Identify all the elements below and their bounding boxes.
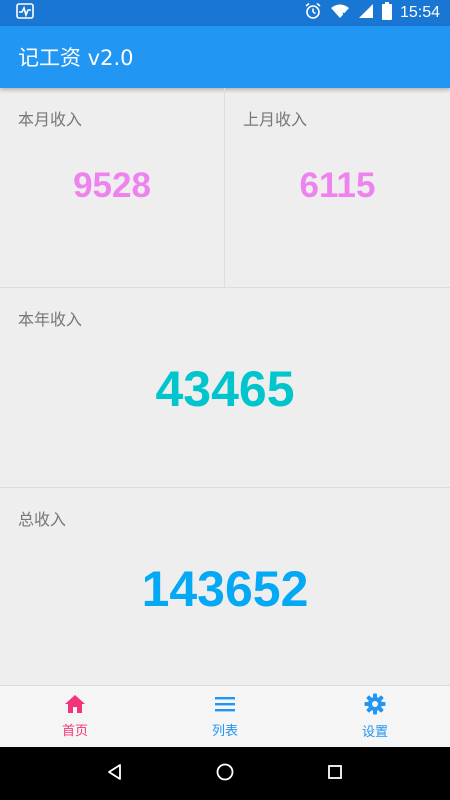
- app-bar: 记工资 v2.0: [0, 26, 450, 88]
- back-icon[interactable]: [106, 763, 124, 785]
- home-circle-icon[interactable]: [215, 762, 235, 786]
- this-year-income-label: 本年收入: [18, 310, 83, 329]
- signal-icon: [358, 3, 374, 24]
- alarm-icon: [304, 2, 322, 25]
- last-month-income-value: 6115: [299, 166, 376, 205]
- this-month-income-label: 本月收入: [18, 110, 83, 129]
- nav-list-label: 列表: [211, 724, 238, 739]
- total-income-card: 总收入 143652: [0, 488, 450, 685]
- nav-list[interactable]: 列表: [150, 686, 300, 747]
- last-month-income-label: 上月收入: [243, 110, 308, 129]
- battery-icon: [381, 1, 392, 25]
- nav-settings[interactable]: 设置: [300, 686, 450, 747]
- home-icon: [64, 694, 86, 718]
- nav-home[interactable]: 首页: [0, 686, 150, 747]
- nav-home-label: 首页: [61, 724, 88, 739]
- income-dashboard: 本月收入 9528 上月收入 6115 本年收入 43465 总收入 14365…: [0, 88, 450, 685]
- nav-settings-label: 设置: [361, 725, 388, 740]
- recents-icon[interactable]: [326, 763, 344, 785]
- app-title: 记工资 v2.0: [18, 46, 134, 70]
- gear-icon: [364, 693, 386, 719]
- list-icon: [214, 694, 236, 718]
- total-income-label: 总收入: [18, 510, 67, 529]
- total-income-value: 143652: [141, 561, 309, 617]
- last-month-income-card: 上月收入 6115: [225, 88, 450, 287]
- monthly-income-row: 本月收入 9528 上月收入 6115: [0, 88, 450, 288]
- status-time: 15:54: [399, 4, 440, 21]
- this-year-income-card: 本年收入 43465: [0, 288, 450, 488]
- wifi-icon: [330, 3, 350, 24]
- activity-monitor-icon: [16, 2, 34, 24]
- this-year-income-value: 43465: [155, 361, 295, 417]
- system-nav-bar: [0, 747, 450, 800]
- this-month-income-value: 9528: [73, 166, 151, 205]
- bottom-nav: 首页 列表 设置: [0, 685, 450, 747]
- this-month-income-card: 本月收入 9528: [0, 88, 225, 287]
- status-bar: 15:54: [0, 0, 450, 26]
